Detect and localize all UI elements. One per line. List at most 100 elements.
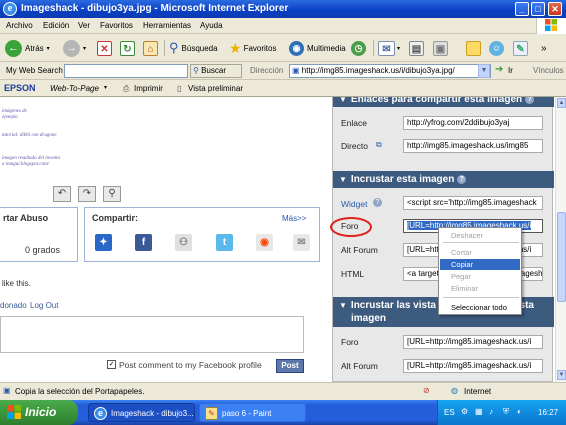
logout-link[interactable]: Log Out: [30, 301, 58, 310]
home-button[interactable]: ⌂: [143, 38, 158, 58]
menu-item-eliminar[interactable]: Eliminar: [440, 283, 520, 294]
multimedia-button[interactable]: ◉ Multimedia: [289, 38, 346, 58]
go-arrow-icon[interactable]: ➔: [495, 64, 503, 75]
menu-item-deshacer[interactable]: Deshacer: [440, 230, 520, 241]
scroll-thumb[interactable]: [557, 212, 566, 302]
help-icon[interactable]: ?: [525, 97, 535, 104]
taskbar-item-paint[interactable]: ✎ paso 6 - Paint: [199, 403, 306, 422]
section-title: Enlaces para compartir esta imagen: [350, 97, 523, 106]
vinculos-label[interactable]: Vínculos: [533, 66, 564, 75]
email-share-icon[interactable]: ✉: [293, 234, 310, 251]
rotate-right-icon[interactable]: ↷: [78, 186, 96, 202]
security-icon[interactable]: ⛨: [503, 407, 509, 417]
twitter-icon[interactable]: t: [216, 234, 233, 251]
comment-textarea[interactable]: [0, 316, 304, 353]
report-abuse-card: rtar Abuso 0 grados: [0, 207, 78, 262]
favorites-button[interactable]: ★ Favoritos: [229, 38, 276, 58]
minimize-button[interactable]: _: [515, 2, 529, 16]
image-note: imágenes de: [2, 109, 27, 114]
webtopage-button[interactable]: Web-To-Page: [50, 84, 99, 93]
post-button[interactable]: Post: [276, 359, 304, 373]
myspace-icon[interactable]: ⚇: [175, 234, 192, 251]
address-url: http://img85.imageshack.us/i/dibujo3ya.j…: [301, 66, 455, 75]
menu-favoritos[interactable]: Favoritos: [100, 21, 133, 30]
vertical-scrollbar[interactable]: ▲ ▼: [555, 97, 566, 382]
report-abuse-link[interactable]: rtar Abuso: [3, 213, 48, 223]
taskbar-item-ie[interactable]: e Imageshack - dibujo3...: [88, 403, 195, 422]
menu-item-cortar[interactable]: Cortar: [440, 247, 520, 258]
foro-label: Foro: [341, 221, 359, 231]
antivirus-icon[interactable]: ◐: [517, 407, 522, 416]
enlace-field[interactable]: http://yfrog.com/2ddibujo3yaj: [403, 116, 543, 130]
mail-icon: ✉: [378, 40, 395, 56]
menu-item-copiar[interactable]: Copiar: [440, 259, 520, 270]
menu-herramientas[interactable]: Herramientas: [143, 21, 191, 30]
foro2-field[interactable]: [URL=http://img85.imageshack.us/i: [403, 335, 543, 349]
print-button[interactable]: ▤: [409, 38, 424, 58]
history-button[interactable]: ◷: [351, 38, 366, 58]
rotate-left-icon[interactable]: ↶: [53, 186, 71, 202]
folder-button[interactable]: [466, 38, 481, 58]
refresh-button[interactable]: ↻: [120, 38, 135, 58]
external-link-icon[interactable]: ⧉: [376, 140, 382, 150]
start-button[interactable]: Inicio: [0, 400, 78, 425]
back-button[interactable]: ← Atrás ▾: [5, 38, 50, 58]
menu-edicion[interactable]: Edición: [43, 21, 69, 30]
menu-ver[interactable]: Ver: [78, 21, 90, 30]
edit-button[interactable]: ▣: [433, 38, 448, 58]
search-button[interactable]: ⚲ Búsqueda: [169, 38, 218, 58]
volume-icon[interactable]: ♪: [489, 407, 493, 416]
refresh-icon: ↻: [120, 40, 135, 56]
buscar-button[interactable]: ⚲ Buscar: [190, 64, 242, 78]
menu-item-pegar[interactable]: Pegar: [440, 271, 520, 282]
imprimir-button[interactable]: Imprimir: [134, 84, 163, 93]
toolbar-overflow[interactable]: »: [541, 38, 547, 58]
ir-button[interactable]: Ir: [508, 66, 513, 75]
network-icon[interactable]: ▦: [475, 407, 483, 416]
section-header-embed[interactable]: ▼ Incrustar esta imagen?: [333, 171, 554, 188]
enlace-label: Enlace: [341, 118, 367, 128]
preview-icon: ▯: [177, 84, 182, 93]
mail-button[interactable]: ✉ ▾: [378, 38, 400, 58]
facebook-profile-checkbox[interactable]: ✓: [107, 360, 116, 369]
menu-item-seleccionar-todo[interactable]: Seleccionar todo: [440, 302, 520, 313]
widget-label[interactable]: Widget: [341, 199, 367, 209]
folder-icon: [466, 40, 481, 56]
research-button[interactable]: ✎: [513, 38, 528, 58]
zoom-icon[interactable]: ⚲: [103, 186, 121, 202]
more-share-link[interactable]: Más>>: [282, 214, 306, 223]
vista-preliminar-button[interactable]: Vista preliminar: [188, 84, 243, 93]
menu-archivo[interactable]: Archivo: [6, 21, 33, 30]
help-icon[interactable]: ?: [457, 174, 467, 184]
section-header-links[interactable]: ▼ Enlaces para compartir esta imagen?: [333, 97, 554, 107]
context-menu: Deshacer Cortar Copiar Pegar Eliminar Se…: [438, 227, 522, 315]
help-icon[interactable]: ?: [373, 198, 382, 207]
tray-icon[interactable]: ⚙: [461, 407, 468, 416]
websearch-input[interactable]: [64, 64, 188, 78]
messenger-button[interactable]: ☺: [489, 38, 504, 58]
search-icon: ⚲: [169, 40, 179, 55]
toolbar-separator: [164, 40, 165, 56]
zone-label: Internet: [464, 387, 492, 396]
widget-field[interactable]: <script src='http://img85.imageshack: [403, 196, 543, 210]
favorites-label: Favoritos: [243, 43, 277, 53]
messenger-share-icon[interactable]: ✦: [95, 234, 112, 251]
close-button[interactable]: ✕: [548, 2, 562, 16]
history-icon: ◷: [351, 40, 366, 56]
language-indicator[interactable]: ES: [444, 408, 455, 417]
stop-button[interactable]: ✕: [97, 38, 112, 58]
blocked-icon: ⊘: [423, 386, 430, 395]
forward-button[interactable]: → ▾: [63, 38, 86, 58]
reddit-icon[interactable]: ◉: [256, 234, 273, 251]
scroll-up-arrow-icon[interactable]: ▲: [557, 98, 566, 108]
facebook-icon[interactable]: f: [135, 234, 152, 251]
taskbar-item-label: Imageshack - dibujo3...: [111, 409, 194, 418]
scroll-down-arrow-icon[interactable]: ▼: [557, 370, 566, 380]
altforum2-field[interactable]: [URL=http://img85.imageshack.us/i: [403, 359, 543, 373]
address-input[interactable]: ▣ http://img85.imageshack.us/i/dibujo3ya…: [289, 64, 491, 78]
comment-user[interactable]: donado: [0, 301, 27, 310]
directo-field[interactable]: http://img85.imageshack.us/img85: [403, 139, 543, 153]
address-dropdown[interactable]: ▼: [478, 64, 490, 78]
maximize-button[interactable]: □: [531, 2, 545, 16]
menu-ayuda[interactable]: Ayuda: [200, 21, 223, 30]
